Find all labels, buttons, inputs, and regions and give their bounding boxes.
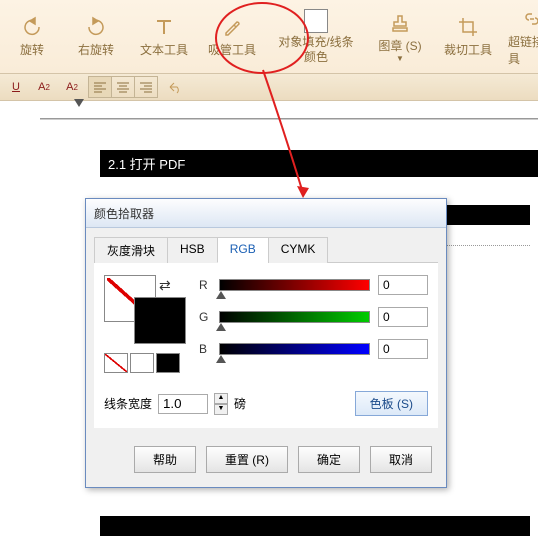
- swap-colors-icon[interactable]: ⇄: [159, 277, 171, 294]
- stamp-label: 图章 (S): [378, 37, 421, 54]
- r-label: R: [199, 278, 211, 292]
- no-color-swatch[interactable]: [104, 353, 128, 373]
- dialog-titlebar[interactable]: 颜色拾取器: [86, 199, 446, 228]
- eyedropper-tool[interactable]: 吸管工具: [200, 0, 264, 73]
- align-center-button[interactable]: [112, 77, 135, 97]
- superscript-button[interactable]: A2: [32, 76, 56, 98]
- b-input[interactable]: [378, 339, 428, 359]
- crop-icon: [457, 15, 479, 39]
- line-width-input[interactable]: [158, 394, 208, 414]
- hyperlink-tool[interactable]: 超链接工具: [500, 0, 538, 73]
- rotate-left-icon: [21, 15, 43, 39]
- text-tool[interactable]: 文本工具: [132, 0, 196, 73]
- tab-grayscale[interactable]: 灰度滑块: [94, 237, 168, 263]
- subscript-button[interactable]: A2: [60, 76, 84, 98]
- fill-color-icon: [304, 9, 328, 33]
- tab-cymk[interactable]: CYMK: [268, 237, 329, 263]
- tab-rgb[interactable]: RGB: [217, 237, 269, 263]
- stamp-tool[interactable]: 图章 (S) ▼: [368, 0, 432, 73]
- r-slider[interactable]: [219, 279, 370, 291]
- format-bar: U A2 A2: [0, 74, 538, 101]
- link-icon: [521, 7, 538, 31]
- eyedropper-icon: [221, 15, 243, 39]
- line-width-spinner[interactable]: ▲ ▼: [214, 393, 228, 415]
- dialog-buttons: 帮助 重置 (R) 确定 取消: [86, 436, 446, 487]
- slider-thumb[interactable]: [216, 291, 226, 299]
- crop-label: 裁切工具: [444, 41, 492, 58]
- fill-color-tool[interactable]: 对象填充/线条颜色: [268, 0, 364, 73]
- rotate-right-label: 右旋转: [78, 41, 114, 58]
- pt-unit-label: 磅: [234, 395, 246, 412]
- dropdown-icon: ▼: [396, 54, 404, 63]
- cancel-button[interactable]: 取消: [370, 446, 432, 473]
- main-toolbar: 旋转 右旋转 文本工具 吸管工具 对象填充/线条颜色 图章 (S) ▼ 裁切工具…: [0, 0, 538, 74]
- slider-thumb[interactable]: [216, 355, 226, 363]
- white-swatch[interactable]: [130, 353, 154, 373]
- horizontal-ruler: [40, 101, 538, 120]
- ok-button[interactable]: 确定: [298, 446, 360, 473]
- rotate-right-tool[interactable]: 右旋转: [64, 0, 128, 73]
- b-slider[interactable]: [219, 343, 370, 355]
- rotate-right-icon: [85, 15, 107, 39]
- align-center-icon: [116, 81, 130, 93]
- b-label: B: [199, 342, 211, 356]
- color-swatches[interactable]: ⇄: [104, 275, 189, 345]
- black-bar: [100, 516, 530, 536]
- fill-color-label: 对象填充/线条颜色: [276, 35, 356, 64]
- tab-content: ⇄ R G B: [94, 263, 438, 428]
- spin-down-icon[interactable]: ▼: [214, 404, 228, 415]
- g-slider[interactable]: [219, 311, 370, 323]
- dialog-title: 颜色拾取器: [94, 205, 154, 222]
- align-group: [88, 76, 158, 98]
- align-left-icon: [93, 81, 107, 93]
- preset-swatches: [104, 353, 189, 373]
- section-heading: 2.1 打开 PDF: [100, 150, 538, 177]
- eyedropper-label: 吸管工具: [208, 41, 256, 58]
- hyperlink-label: 超链接工具: [508, 33, 538, 67]
- tab-hsb[interactable]: HSB: [167, 237, 218, 263]
- text-tool-label: 文本工具: [140, 41, 188, 58]
- underline-button[interactable]: U: [4, 76, 28, 98]
- palette-button[interactable]: 色板 (S): [355, 391, 428, 416]
- align-left-button[interactable]: [89, 77, 112, 97]
- g-input[interactable]: [378, 307, 428, 327]
- black-swatch[interactable]: [156, 353, 180, 373]
- color-picker-dialog: 颜色拾取器 灰度滑块 HSB RGB CYMK ⇄: [85, 198, 447, 488]
- dialog-tabs: 灰度滑块 HSB RGB CYMK: [94, 236, 438, 263]
- line-width-label: 线条宽度: [104, 395, 152, 412]
- undo-button[interactable]: [162, 76, 186, 98]
- crop-tool[interactable]: 裁切工具: [436, 0, 500, 73]
- align-right-icon: [139, 81, 153, 93]
- undo-icon: [166, 80, 182, 94]
- ruler-marker[interactable]: [74, 99, 84, 107]
- text-icon: [153, 15, 175, 39]
- rotate-left-label: 旋转: [20, 41, 44, 58]
- align-right-button[interactable]: [135, 77, 157, 97]
- g-label: G: [199, 310, 211, 324]
- spin-up-icon[interactable]: ▲: [214, 393, 228, 404]
- r-input[interactable]: [378, 275, 428, 295]
- reset-button[interactable]: 重置 (R): [206, 446, 288, 473]
- help-button[interactable]: 帮助: [134, 446, 196, 473]
- stamp-icon: [389, 11, 411, 35]
- slider-thumb[interactable]: [216, 323, 226, 331]
- rotate-left-tool[interactable]: 旋转: [0, 0, 64, 73]
- fill-swatch[interactable]: [134, 297, 186, 344]
